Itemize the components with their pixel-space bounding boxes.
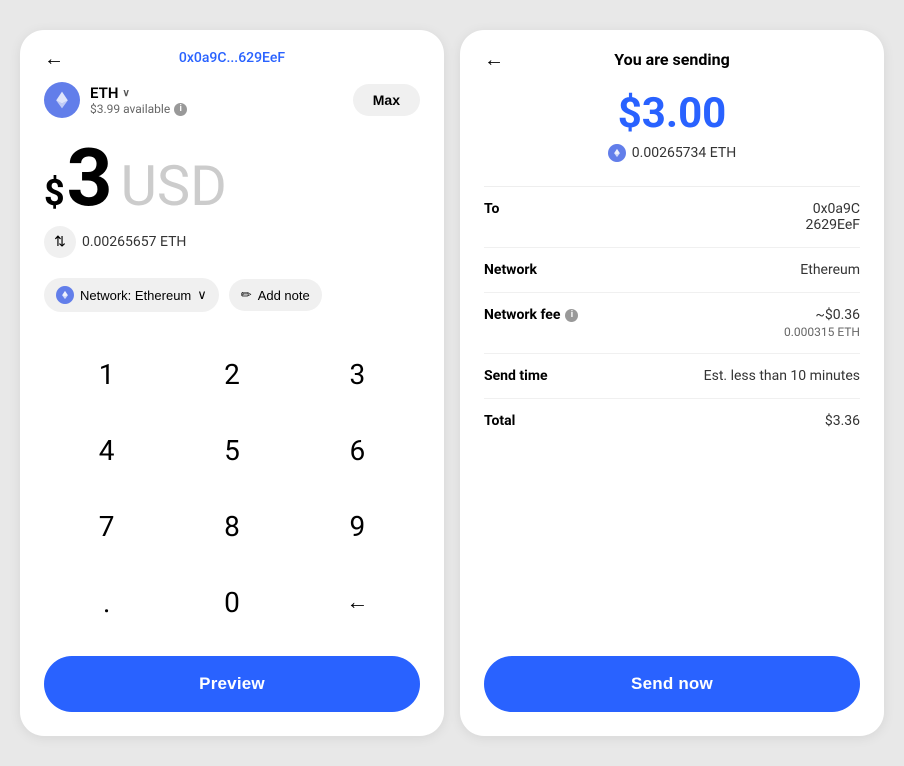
to-address-line1: 0x0a9C bbox=[813, 201, 860, 217]
currency-label: USD bbox=[121, 158, 227, 214]
network-fee-eth: 0.000315 ETH bbox=[784, 325, 860, 339]
pencil-icon: ✏ bbox=[241, 287, 252, 303]
total-value: $3.36 bbox=[825, 413, 860, 429]
right-back-button[interactable]: ← bbox=[484, 47, 504, 72]
network-chevron-icon: ∨ bbox=[197, 287, 207, 303]
balance-info-icon[interactable]: i bbox=[174, 103, 187, 116]
network-note-row: Network: Ethereum ∨ ✏ Add note bbox=[44, 278, 420, 312]
screens-container: ← 0x0a9C...629EeF ETH ∨ $3. bbox=[0, 0, 904, 766]
network-fee-info-icon[interactable]: i bbox=[565, 309, 578, 322]
numpad-key-3[interactable]: 3 bbox=[295, 336, 420, 412]
network-fee-usd: ~$0.36 bbox=[815, 307, 860, 323]
sending-eth-amount: 0.00265734 ETH bbox=[632, 145, 736, 161]
send-time-value: Est. less than 10 minutes bbox=[704, 368, 860, 384]
network-detail-row: Network Ethereum bbox=[484, 248, 860, 293]
numpad-key-1[interactable]: 1 bbox=[44, 336, 169, 412]
to-address-line2: 2629EeF bbox=[806, 217, 860, 233]
to-label: To bbox=[484, 201, 499, 217]
eth-token-icon bbox=[44, 82, 80, 118]
right-title: You are sending bbox=[614, 50, 729, 69]
add-note-button[interactable]: ✏ Add note bbox=[229, 279, 322, 311]
network-selector-button[interactable]: Network: Ethereum ∨ bbox=[44, 278, 219, 312]
max-button[interactable]: Max bbox=[353, 84, 420, 116]
sending-amount-section: $3.00 0.00265734 ETH bbox=[484, 89, 860, 162]
swap-currency-button[interactable]: ⇅ bbox=[44, 226, 76, 258]
wallet-address: 0x0a9C...629EeF bbox=[179, 50, 285, 66]
to-detail-row: To 0x0a9C 2629EeF bbox=[484, 187, 860, 248]
send-now-button[interactable]: Send now bbox=[484, 656, 860, 712]
amount-display: $ 3 USD bbox=[44, 138, 420, 218]
sending-usd-amount: $3.00 bbox=[484, 89, 860, 138]
numpad-key-6[interactable]: 6 bbox=[295, 412, 420, 488]
left-header: ← 0x0a9C...629EeF bbox=[44, 50, 420, 66]
token-row: ETH ∨ $3.99 available i Max bbox=[44, 82, 420, 118]
sending-eth-row: 0.00265734 ETH bbox=[484, 144, 860, 162]
total-label: Total bbox=[484, 413, 515, 429]
network-label: Network bbox=[484, 262, 537, 278]
left-screen: ← 0x0a9C...629EeF ETH ∨ $3. bbox=[20, 30, 444, 736]
total-detail-row: Total $3.36 bbox=[484, 399, 860, 443]
network-fee-label: Network fee i bbox=[484, 307, 578, 323]
numpad-key-9[interactable]: 9 bbox=[295, 488, 420, 564]
numpad-key-4[interactable]: 4 bbox=[44, 412, 169, 488]
network-fee-detail-row: Network fee i ~$0.36 0.000315 ETH bbox=[484, 293, 860, 354]
token-name[interactable]: ETH ∨ bbox=[90, 84, 187, 102]
numpad-key-5[interactable]: 5 bbox=[169, 412, 294, 488]
numpad: 1 2 3 4 5 6 7 8 9 . 0 ← bbox=[44, 336, 420, 640]
preview-button[interactable]: Preview bbox=[44, 656, 420, 712]
amount-number: 3 bbox=[67, 138, 113, 218]
send-time-detail-row: Send time Est. less than 10 minutes bbox=[484, 354, 860, 399]
eth-equiv-row: ⇅ 0.00265657 ETH bbox=[44, 226, 420, 258]
right-screen: ← You are sending $3.00 0.00265734 ETH T… bbox=[460, 30, 884, 736]
token-info[interactable]: ETH ∨ $3.99 available i bbox=[44, 82, 187, 118]
add-note-label: Add note bbox=[258, 288, 310, 303]
numpad-backspace-button[interactable]: ← bbox=[295, 564, 420, 640]
network-value: Ethereum bbox=[800, 262, 860, 278]
numpad-key-8[interactable]: 8 bbox=[169, 488, 294, 564]
to-address-block: 0x0a9C 2629EeF bbox=[806, 201, 860, 233]
network-eth-icon bbox=[56, 286, 74, 304]
numpad-key-0[interactable]: 0 bbox=[169, 564, 294, 640]
token-balance: $3.99 available i bbox=[90, 102, 187, 116]
numpad-key-7[interactable]: 7 bbox=[44, 488, 169, 564]
sending-eth-icon bbox=[608, 144, 626, 162]
eth-equivalent: 0.00265657 ETH bbox=[82, 234, 186, 250]
token-chevron-icon: ∨ bbox=[122, 88, 129, 99]
token-details: ETH ∨ $3.99 available i bbox=[90, 84, 187, 116]
left-back-button[interactable]: ← bbox=[44, 46, 64, 71]
numpad-key-2[interactable]: 2 bbox=[169, 336, 294, 412]
dollar-sign: $ bbox=[44, 172, 65, 214]
details-section: To 0x0a9C 2629EeF Network Ethereum Netwo… bbox=[484, 186, 860, 640]
network-label: Network: Ethereum bbox=[80, 288, 191, 303]
numpad-key-decimal[interactable]: . bbox=[44, 564, 169, 640]
right-header: ← You are sending bbox=[484, 50, 860, 69]
send-time-label: Send time bbox=[484, 368, 548, 384]
network-fee-value-block: ~$0.36 0.000315 ETH bbox=[784, 307, 860, 339]
